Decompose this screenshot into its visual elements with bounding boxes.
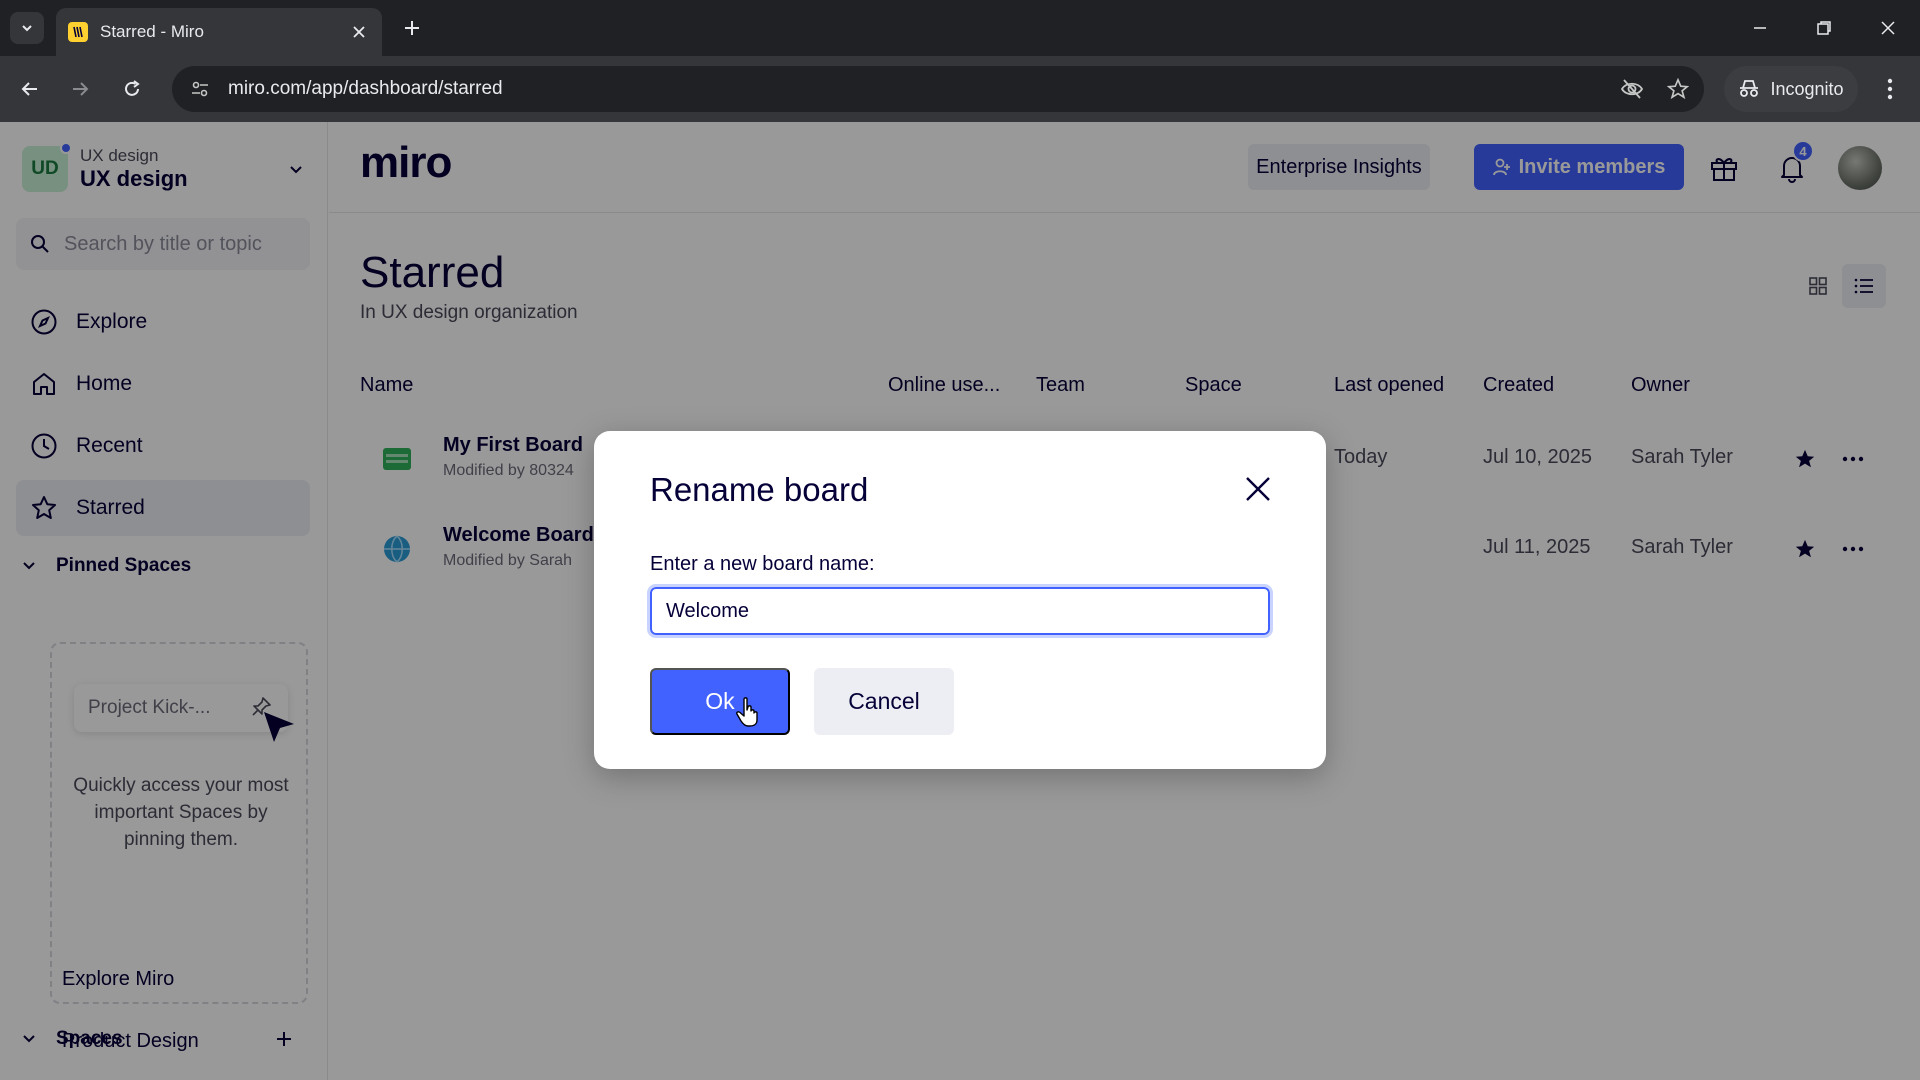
- browser-tab[interactable]: Starred - Miro: [56, 8, 382, 56]
- reload-icon[interactable]: [112, 69, 152, 109]
- tab-search-button[interactable]: [10, 12, 44, 44]
- tab-title: Starred - Miro: [100, 22, 204, 41]
- incognito-indicator[interactable]: Incognito: [1724, 66, 1858, 112]
- incognito-icon: [1740, 80, 1759, 97]
- hand-pointer-cursor-icon: [736, 697, 758, 727]
- tab-close-icon[interactable]: [348, 21, 370, 43]
- cancel-button[interactable]: Cancel: [814, 668, 954, 735]
- bookmark-star-icon[interactable]: [1658, 69, 1698, 109]
- browser-menu-icon[interactable]: [1872, 69, 1908, 109]
- url-text: miro.com/app/dashboard/starred: [228, 78, 503, 99]
- ok-button[interactable]: Ok: [650, 668, 790, 735]
- minimize-icon[interactable]: [1740, 10, 1780, 46]
- forward-arrow-icon[interactable]: [60, 69, 100, 109]
- board-name-input[interactable]: [647, 584, 1273, 638]
- site-settings-icon[interactable]: [188, 77, 212, 101]
- window-close-icon[interactable]: [1868, 10, 1908, 46]
- address-bar[interactable]: miro.com/app/dashboard/starred: [172, 66, 1704, 112]
- chevron-down-icon: [22, 25, 32, 32]
- incognito-label: Incognito: [1770, 78, 1844, 99]
- restore-icon[interactable]: [1804, 10, 1844, 46]
- browser-toolbar: miro.com/app/dashboard/starred Incognito: [0, 56, 1920, 122]
- back-arrow-icon[interactable]: [10, 69, 50, 109]
- miro-favicon-icon: [68, 22, 88, 42]
- new-tab-plus-icon[interactable]: [398, 14, 426, 42]
- close-icon[interactable]: [1238, 469, 1278, 509]
- board-name-label: Enter a new board name:: [650, 553, 875, 575]
- dialog-title: Rename board: [650, 471, 869, 508]
- browser-tabstrip: Starred - Miro: [0, 0, 1920, 56]
- eye-off-icon[interactable]: [1612, 69, 1652, 109]
- rename-board-dialog: Rename board Enter a new board name: Ok …: [594, 431, 1326, 769]
